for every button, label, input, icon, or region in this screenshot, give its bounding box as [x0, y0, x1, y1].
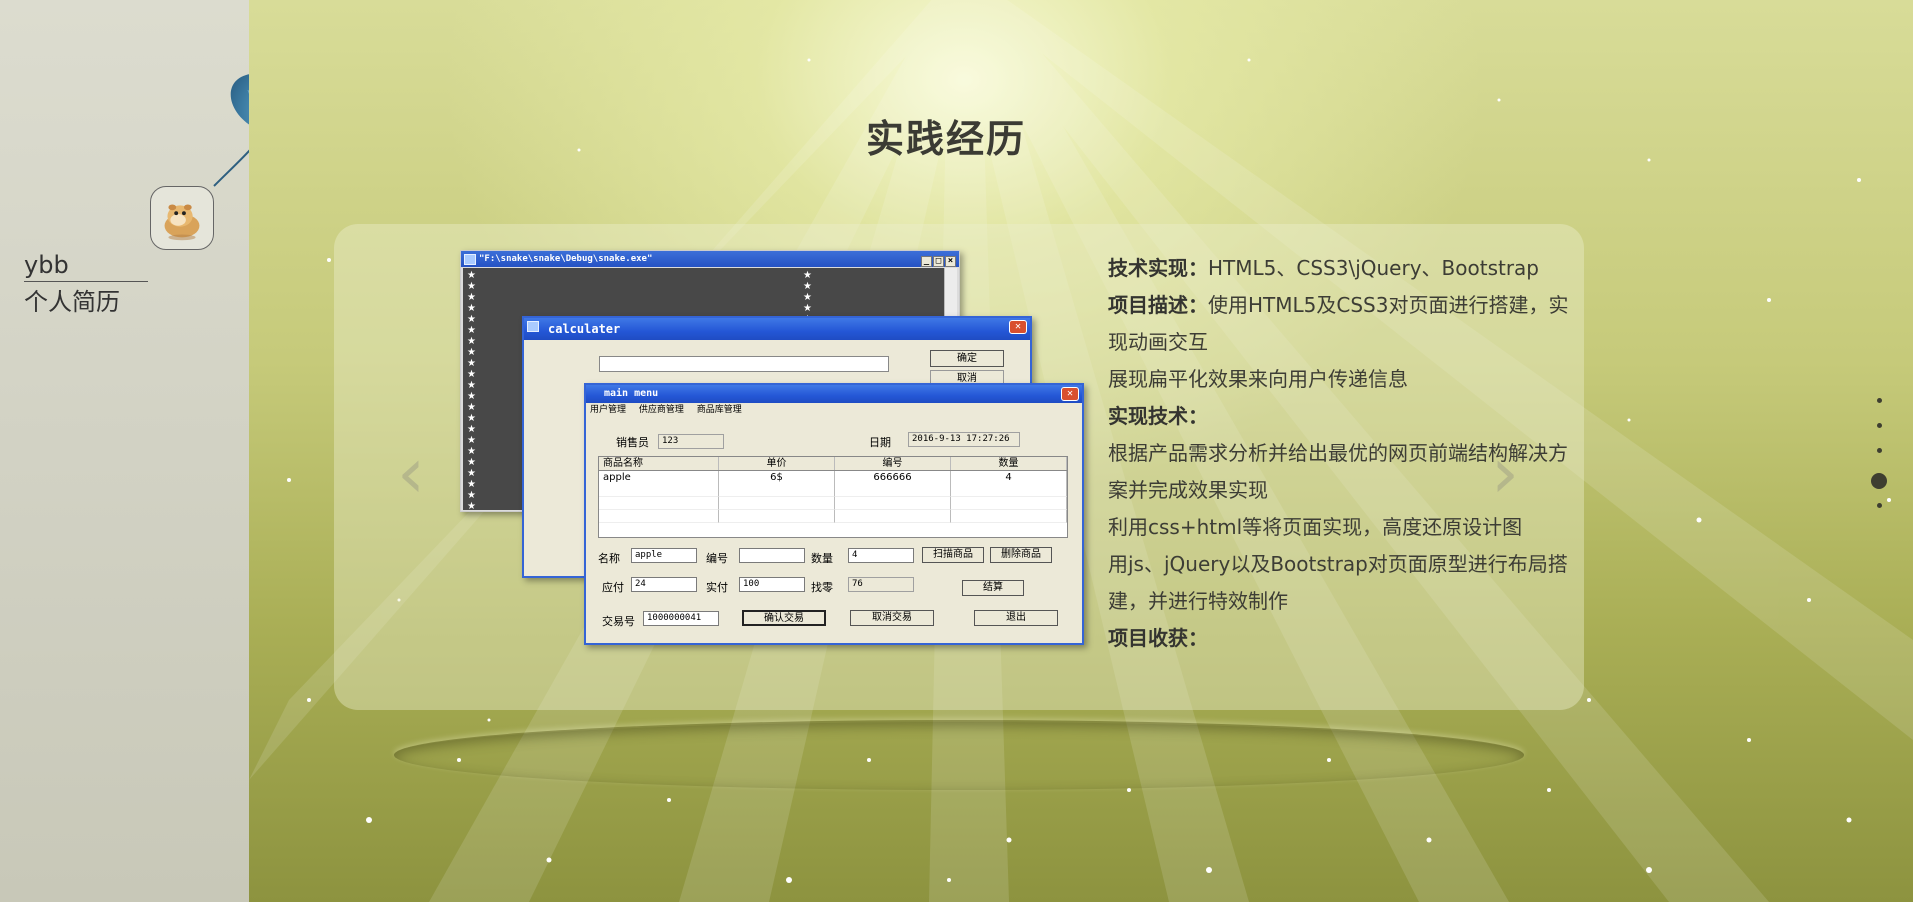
main-menu-titlebar: main menu ✕	[586, 385, 1082, 403]
date-field: 2016-9-13 17:27:26	[908, 432, 1020, 447]
chevron-left-icon[interactable]: ‹	[389, 438, 433, 508]
main-menu-app-icon	[589, 388, 601, 399]
settle-button: 结算	[962, 580, 1024, 596]
seller-field: 123	[658, 434, 724, 449]
stage-ellipse-decoration	[394, 720, 1524, 790]
quantity-label: 数量	[811, 552, 833, 565]
table-cell: apple	[599, 471, 719, 484]
transaction-no-label: 交易号	[602, 615, 635, 628]
column-header: 单价	[719, 457, 835, 470]
table-cell: 666666	[835, 471, 951, 484]
menu-inventory-management: 商品库管理	[696, 405, 742, 415]
menu-user-management: 用户管理	[590, 405, 627, 415]
code-label: 编号	[706, 552, 728, 565]
column-header: 编号	[835, 457, 951, 470]
gain-line: 项目收获：	[1108, 620, 1578, 657]
project-label: 项目描述：	[1108, 293, 1208, 317]
page-title: 实践经历	[865, 117, 1026, 161]
delete-item-button: 删除商品	[990, 547, 1052, 563]
table-row	[599, 510, 1067, 523]
impl-detail-2: 利用css+html等将页面实现，高度还原设计图	[1108, 515, 1523, 539]
avatar[interactable]	[150, 186, 214, 250]
calculator-title: calculater	[548, 322, 621, 336]
table-cell: 6$	[719, 471, 835, 484]
confirm-transaction-button: 确认交易	[742, 610, 826, 626]
table-row	[599, 484, 1067, 497]
main-stage: 实践经历 ‹ › "F:\snake\snake\Debug\snake.exe…	[249, 0, 1913, 902]
impl-detail-3: 用js、jQuery以及Bootstrap对页面原型进行布局搭建，并进行特效制作	[1108, 552, 1568, 613]
cart-table: 商品名称 单价 编号 数量 apple 6$ 666666 4	[598, 456, 1068, 538]
tech-value: HTML5、CSS3\jQuery、Bootstrap	[1208, 256, 1540, 280]
quantity-field: 4	[848, 548, 914, 563]
impl-label: 实现技术：	[1108, 404, 1208, 428]
table-row: apple 6$ 666666 4	[599, 471, 1067, 484]
cart-table-header: 商品名称 单价 编号 数量	[599, 457, 1067, 471]
amount-due-label: 应付	[602, 581, 624, 594]
calculator-input	[599, 356, 889, 372]
scan-item-button: 扫描商品	[922, 547, 984, 563]
amount-paid-label: 实付	[706, 581, 728, 594]
amount-paid-field: 100	[739, 577, 805, 592]
project-line-2: 展现扁平化效果来向用户传递信息	[1108, 367, 1408, 391]
main-menubar: 用户管理 供应商管理 商品库管理	[586, 403, 1082, 417]
console-window-buttons: _ □ ×	[920, 253, 956, 269]
console-app-icon	[464, 254, 476, 265]
impl-line: 实现技术：	[1108, 398, 1578, 435]
column-header: 商品名称	[599, 457, 719, 470]
cancel-transaction-button: 取消交易	[850, 610, 934, 626]
section-dot-3[interactable]	[1876, 448, 1882, 453]
code-field	[739, 548, 805, 563]
resume-subtitle: 个人简历	[24, 288, 120, 316]
seller-label: 销售员	[616, 436, 649, 449]
change-field: 76	[848, 577, 914, 592]
console-title: "F:\snake\snake\Debug\snake.exe"	[479, 254, 653, 264]
amount-due-field: 24	[631, 577, 697, 592]
user-name: ybb	[24, 249, 148, 282]
main-menu-title: main menu	[604, 388, 659, 399]
section-dot-4[interactable]	[1871, 473, 1887, 489]
menu-supplier-management: 供应商管理	[638, 405, 684, 415]
section-dot-2[interactable]	[1876, 423, 1882, 428]
calculator-ok-button: 确定	[930, 350, 1004, 367]
close-icon: ✕	[1061, 387, 1079, 401]
console-titlebar: "F:\snake\snake\Debug\snake.exe" _ □ ×	[461, 251, 959, 267]
impl-detail-1: 根据产品需求分析并给出最优的网页前端结构解决方案并完成效果实现	[1108, 441, 1568, 502]
calculator-app-icon	[527, 321, 539, 332]
tech-line: 技术实现：HTML5、CSS3\jQuery、Bootstrap	[1108, 250, 1578, 287]
table-cell: 4	[951, 471, 1067, 484]
main-menu-window: main menu ✕ 用户管理 供应商管理 商品库管理 销售员 123 日期 …	[584, 383, 1084, 645]
snake-wall-left: ★ ★ ★ ★ ★ ★ ★ ★ ★ ★ ★ ★ ★ ★ ★ ★ ★ ★ ★ ★ …	[467, 270, 476, 512]
hamster-avatar-icon	[164, 204, 200, 241]
name-label: 名称	[598, 552, 620, 565]
date-label: 日期	[869, 436, 891, 449]
change-label: 找零	[811, 581, 833, 594]
table-row	[599, 497, 1067, 510]
section-dot-1[interactable]	[1876, 398, 1882, 403]
exit-button: 退出	[974, 610, 1058, 626]
section-dot-5[interactable]	[1876, 503, 1882, 508]
tech-label: 技术实现：	[1108, 256, 1208, 280]
gain-label: 项目收获：	[1108, 626, 1208, 650]
column-header: 数量	[951, 457, 1067, 470]
calculator-titlebar: calculater ✕	[524, 318, 1030, 340]
project-description: 技术实现：HTML5、CSS3\jQuery、Bootstrap 项目描述：使用…	[1108, 250, 1578, 657]
close-icon: ✕	[1009, 320, 1027, 334]
name-field: apple	[631, 548, 697, 563]
transaction-no-field: 1000000041	[643, 611, 719, 626]
section-dots	[1869, 398, 1889, 528]
project-line: 项目描述：使用HTML5及CSS3对页面进行搭建，实现动画交互	[1108, 287, 1578, 361]
